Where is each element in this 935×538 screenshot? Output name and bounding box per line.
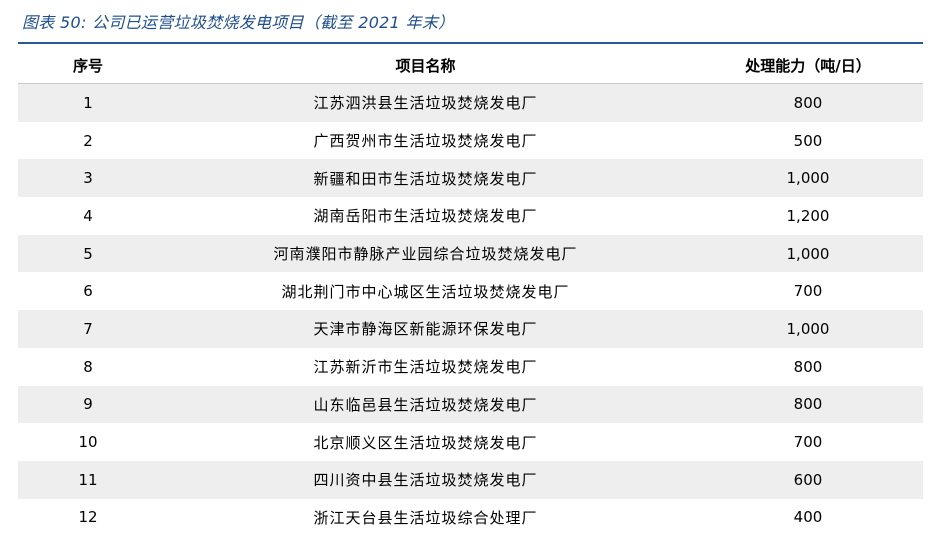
row-index: 3 xyxy=(18,159,158,198)
table-row: 3 新疆和田市生活垃圾焚烧发电厂 1,000 xyxy=(18,159,923,198)
table-row: 12 浙江天台县生活垃圾综合处理厂 400 xyxy=(18,498,923,537)
row-project-name: 浙江天台县生活垃圾综合处理厂 xyxy=(158,498,693,537)
row-project-name: 江苏泗洪县生活垃圾焚烧发电厂 xyxy=(158,83,693,122)
row-project-name: 广西贺州市生活垃圾焚烧发电厂 xyxy=(158,121,693,160)
row-capacity: 400 xyxy=(693,498,923,537)
row-capacity: 600 xyxy=(693,460,923,499)
table-row: 4 湖南岳阳市生活垃圾焚烧发电厂 1,200 xyxy=(18,197,923,235)
table-row: 6 湖北荆门市中心城区生活垃圾焚烧发电厂 700 xyxy=(18,272,923,311)
row-project-name: 河南濮阳市静脉产业园综合垃圾焚烧发电厂 xyxy=(158,234,693,273)
row-capacity: 700 xyxy=(693,272,923,311)
row-capacity: 800 xyxy=(693,385,923,424)
table-row: 7 天津市静海区新能源环保发电厂 1,000 xyxy=(18,310,923,348)
row-index: 7 xyxy=(18,310,158,348)
project-table: 序号 项目名称 处理能力（吨/日） 1 江苏泗洪县生活垃圾焚烧发电厂 800 2… xyxy=(18,47,923,537)
row-index: 12 xyxy=(18,498,158,537)
row-index: 10 xyxy=(18,423,158,461)
table-header-row: 序号 项目名称 处理能力（吨/日） xyxy=(18,47,923,84)
row-capacity: 800 xyxy=(693,347,923,386)
table-row: 5 河南濮阳市静脉产业园综合垃圾焚烧发电厂 1,000 xyxy=(18,234,923,273)
row-index: 8 xyxy=(18,347,158,386)
row-index: 5 xyxy=(18,234,158,273)
header-capacity: 处理能力（吨/日） xyxy=(693,47,923,84)
table-row: 11 四川资中县生活垃圾焚烧发电厂 600 xyxy=(18,460,923,499)
row-project-name: 北京顺义区生活垃圾焚烧发电厂 xyxy=(158,423,693,461)
table-row: 8 江苏新沂市生活垃圾焚烧发电厂 800 xyxy=(18,347,923,386)
table-row: 9 山东临邑县生活垃圾焚烧发电厂 800 xyxy=(18,385,923,424)
header-index: 序号 xyxy=(18,47,158,84)
row-capacity: 1,000 xyxy=(693,159,923,198)
row-project-name: 湖北荆门市中心城区生活垃圾焚烧发电厂 xyxy=(158,272,693,311)
row-project-name: 湖南岳阳市生活垃圾焚烧发电厂 xyxy=(158,197,693,235)
row-index: 11 xyxy=(18,460,158,499)
row-capacity: 800 xyxy=(693,83,923,122)
row-project-name: 新疆和田市生活垃圾焚烧发电厂 xyxy=(158,159,693,198)
row-capacity: 1,200 xyxy=(693,197,923,235)
row-index: 1 xyxy=(18,83,158,122)
row-project-name: 江苏新沂市生活垃圾焚烧发电厂 xyxy=(158,347,693,386)
table-row: 10 北京顺义区生活垃圾焚烧发电厂 700 xyxy=(18,423,923,461)
row-capacity: 500 xyxy=(693,121,923,160)
row-project-name: 天津市静海区新能源环保发电厂 xyxy=(158,310,693,348)
header-project-name: 项目名称 xyxy=(158,47,693,84)
row-index: 2 xyxy=(18,121,158,160)
row-project-name: 四川资中县生活垃圾焚烧发电厂 xyxy=(158,460,693,499)
table-row: 2 广西贺州市生活垃圾焚烧发电厂 500 xyxy=(18,121,923,160)
row-capacity: 1,000 xyxy=(693,310,923,348)
row-capacity: 700 xyxy=(693,423,923,461)
row-capacity: 1,000 xyxy=(693,234,923,273)
table-row: 1 江苏泗洪县生活垃圾焚烧发电厂 800 xyxy=(18,83,923,122)
figure-caption: 图表 50: 公司已运营垃圾焚烧发电项目（截至 2021 年末） xyxy=(22,13,455,32)
row-index: 9 xyxy=(18,385,158,424)
row-index: 6 xyxy=(18,272,158,311)
row-index: 4 xyxy=(18,197,158,235)
table-top-rule xyxy=(18,42,923,44)
row-project-name: 山东临邑县生活垃圾焚烧发电厂 xyxy=(158,385,693,424)
